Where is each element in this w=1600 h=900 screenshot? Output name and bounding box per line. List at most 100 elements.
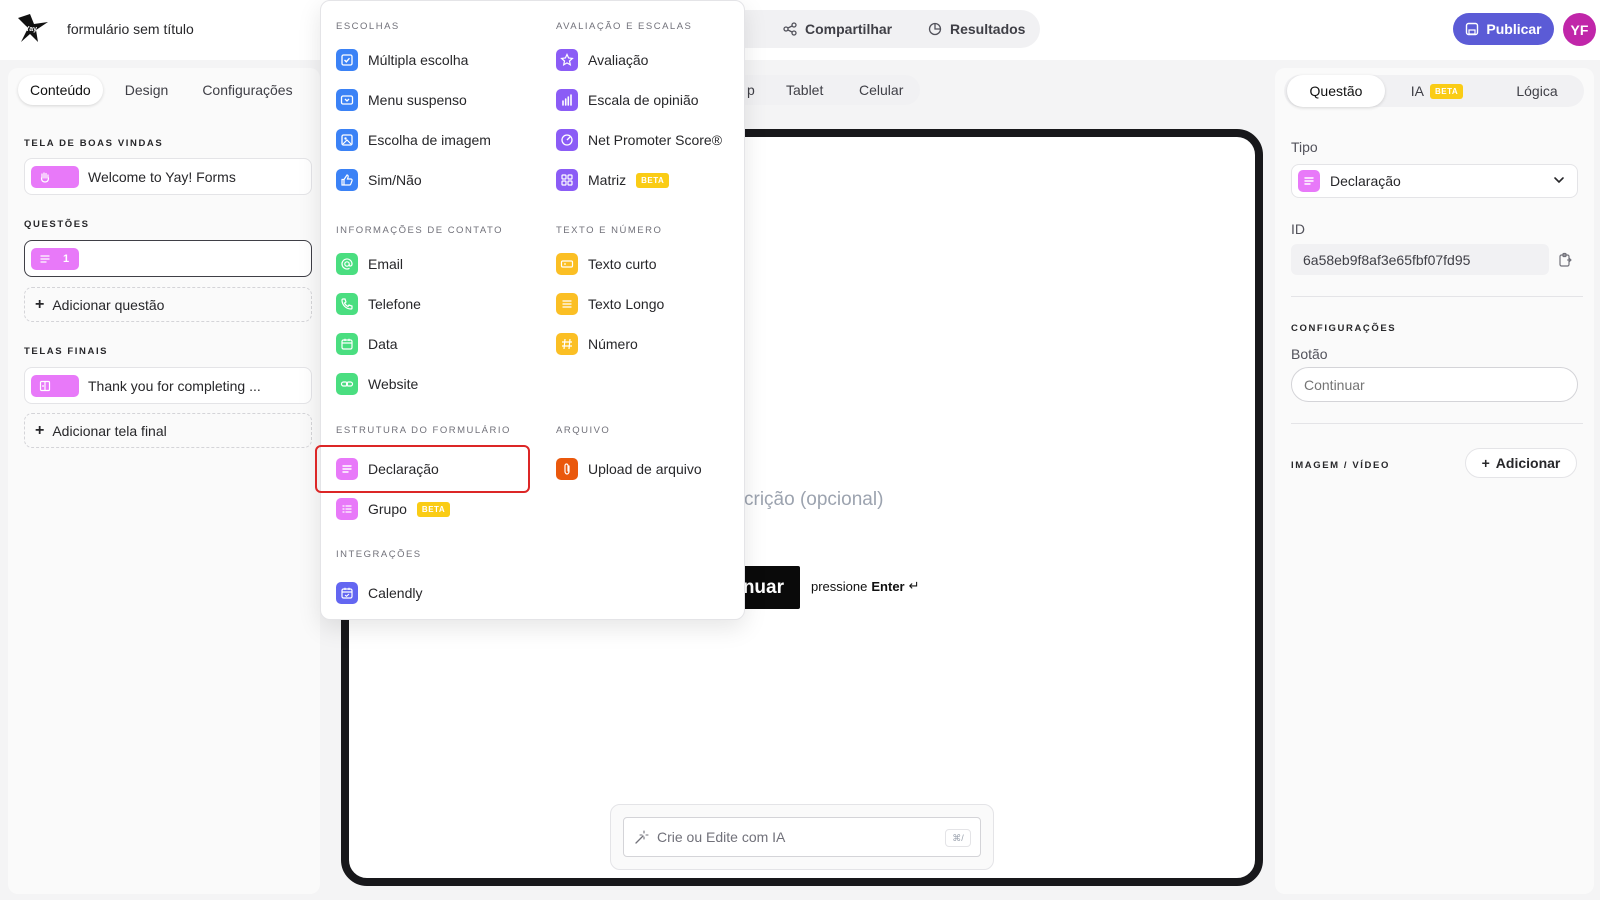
long-text-icon [556, 293, 578, 315]
tab-tablet[interactable]: Tablet [786, 75, 823, 105]
menu-item-date[interactable]: Data [336, 330, 398, 358]
menu-item-short-text[interactable]: Texto curto [556, 250, 656, 278]
button-text-input[interactable] [1291, 367, 1578, 402]
publish-button[interactable]: Publicar [1453, 13, 1554, 45]
end-screens-section-label: TELAS FINAIS [24, 346, 109, 357]
statement-chip: 1 [31, 247, 79, 270]
menu-item-matrix[interactable]: Matriz BETA [556, 166, 670, 194]
phone-icon [336, 293, 358, 315]
menu-item-rating[interactable]: Avaliação [556, 46, 648, 74]
ai-input[interactable]: Crie ou Edite com IA [623, 817, 981, 857]
at-sign-icon [336, 253, 358, 275]
save-icon [1466, 22, 1479, 36]
yay-forms-logo-icon[interactable]: Yay [16, 12, 50, 46]
statement-icon [1298, 170, 1320, 192]
menu-item-group[interactable]: Grupo BETA [336, 495, 451, 523]
plus-icon: + [35, 295, 45, 313]
description-placeholder[interactable]: crição (opcional) [744, 489, 883, 511]
id-label: ID [1291, 221, 1305, 237]
welcome-screen-item[interactable]: Welcome to Yay! Forms [24, 158, 312, 195]
menu-item-nps[interactable]: Net Promoter Score® [556, 126, 722, 154]
statement-icon [40, 254, 50, 263]
left-tabs: Conteúdo Design Configurações [18, 75, 305, 105]
button-label: Botão [1291, 346, 1328, 362]
menu-section-choices: ESCOLHAS [336, 21, 400, 32]
menu-item-opinion-scale[interactable]: Escala de opinião [556, 86, 699, 114]
tab-question[interactable]: Questão [1287, 75, 1385, 107]
menu-item-multiple-choice[interactable]: Múltipla escolha [336, 46, 468, 74]
grid-icon [556, 169, 578, 191]
paperclip-icon [556, 458, 578, 480]
magic-wand-icon [635, 829, 649, 844]
question-type-menu: ESCOLHAS AVALIAÇÃO E ESCALAS Múltipla es… [320, 0, 745, 620]
calendar-icon [336, 333, 358, 355]
tab-content[interactable]: Conteúdo [18, 75, 103, 105]
divider [1291, 296, 1583, 297]
menu-item-phone[interactable]: Telefone [336, 290, 421, 318]
star-icon [556, 49, 578, 71]
menu-section-text-number: TEXTO E NÚMERO [556, 225, 663, 236]
menu-item-number[interactable]: Número [556, 330, 638, 358]
menu-section-integrations: INTEGRAÇÕES [336, 549, 422, 560]
menu-section-ratings: AVALIAÇÃO E ESCALAS [556, 21, 693, 32]
menu-section-file: ARQUIVO [556, 425, 611, 436]
top-bar: Yay formulário sem título r Compartilhar… [0, 0, 1600, 60]
menu-item-file-upload[interactable]: Upload de arquivo [556, 455, 702, 483]
type-select[interactable]: Declaração [1291, 164, 1578, 198]
welcome-section-label: TELA DE BOAS VINDAS [24, 138, 164, 149]
menu-item-image-choice[interactable]: Escolha de imagem [336, 126, 491, 154]
form-title[interactable]: formulário sem título [67, 21, 194, 37]
press-enter-hint: pressione Enter ↵ [811, 578, 920, 594]
type-label: Tipo [1291, 139, 1318, 155]
tab-settings[interactable]: Configurações [190, 75, 304, 105]
menu-item-website[interactable]: Website [336, 370, 418, 398]
share-icon [783, 22, 797, 36]
tab-ai[interactable]: IA BETA [1397, 75, 1477, 107]
tab-logic[interactable]: Lógica [1497, 75, 1577, 107]
questions-section-label: QUESTÕES [24, 219, 90, 230]
checkbox-icon [336, 49, 358, 71]
menu-item-dropdown[interactable]: Menu suspenso [336, 86, 467, 114]
add-media-button[interactable]: + Adicionar [1465, 448, 1577, 478]
beta-badge: BETA [1430, 83, 1464, 99]
menu-item-long-text[interactable]: Texto Longo [556, 290, 664, 318]
end-screen-item[interactable]: Thank you for completing ... [24, 367, 312, 404]
add-end-screen-button[interactable]: + Adicionar tela final [24, 413, 312, 448]
bar-chart-icon [556, 89, 578, 111]
menu-item-yes-no[interactable]: Sim/Não [336, 166, 422, 194]
short-text-icon [556, 253, 578, 275]
enter-key-icon: ↵ [908, 578, 920, 593]
avatar[interactable]: YF [1563, 13, 1596, 46]
question-item-1[interactable]: 1 [24, 240, 312, 277]
menu-item-calendly[interactable]: Calendly [336, 579, 422, 607]
group-icon [336, 498, 358, 520]
exit-icon [39, 380, 51, 391]
chevron-down-icon [1554, 177, 1564, 184]
plus-icon: + [1481, 455, 1490, 471]
image-icon [336, 129, 358, 151]
tab-desktop[interactable]: p [747, 75, 755, 105]
tab-share[interactable]: Compartilhar [783, 10, 892, 48]
dropdown-icon [336, 89, 358, 111]
results-icon [928, 22, 942, 36]
divider [1291, 423, 1583, 424]
clipboard-icon[interactable] [1557, 252, 1573, 268]
media-section-label: IMAGEM / VÍDEO [1291, 460, 1390, 471]
menu-item-email[interactable]: Email [336, 250, 403, 278]
tab-design[interactable]: Design [113, 75, 181, 105]
welcome-chip [31, 165, 79, 188]
tab-results[interactable]: Resultados [928, 10, 1025, 48]
menu-section-structure: ESTRUTURA DO FORMULÁRIO [336, 425, 511, 436]
end-screen-chip [31, 374, 79, 397]
beta-badge: BETA [636, 172, 670, 188]
add-question-button[interactable]: + Adicionar questão [24, 287, 312, 322]
hash-icon [556, 333, 578, 355]
id-field[interactable]: 6a58eb9f8af3e65fbf07fd95 [1291, 244, 1549, 275]
statement-highlight [315, 445, 530, 493]
link-icon [336, 373, 358, 395]
settings-section-label: CONFIGURAÇÕES [1291, 323, 1397, 334]
gauge-icon [556, 129, 578, 151]
tab-mobile[interactable]: Celular [859, 75, 903, 105]
svg-text:Yay: Yay [25, 26, 37, 33]
ai-shortcut-badge: ⌘/ [945, 829, 971, 847]
